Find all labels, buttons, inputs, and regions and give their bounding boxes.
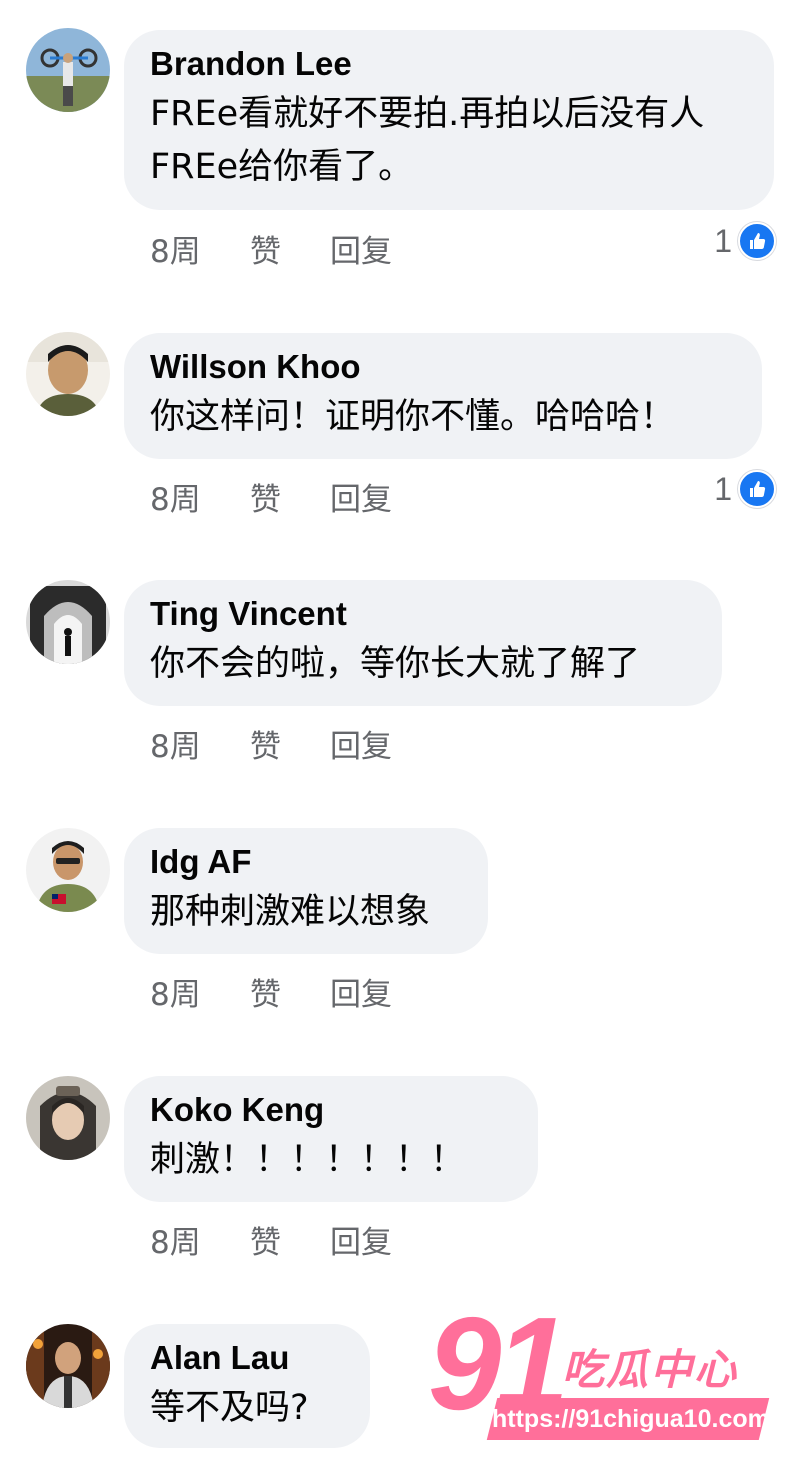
like-button[interactable]: 赞 <box>250 474 330 519</box>
reply-button[interactable]: 回复 <box>330 226 392 271</box>
comment-time[interactable]: 8周 <box>150 721 250 766</box>
comment-author[interactable]: Alan Lau <box>150 1338 344 1378</box>
reaction-number: 1 <box>714 470 732 507</box>
thumbs-up-icon <box>738 222 776 260</box>
comment-actions: 8周 赞 回复 <box>150 1217 392 1262</box>
reply-button[interactable]: 回复 <box>330 721 392 766</box>
comment-actions: 8周 赞 回复 <box>150 721 392 766</box>
avatar[interactable] <box>26 1076 110 1160</box>
reaction-count[interactable]: 1 <box>714 222 776 260</box>
comment-time[interactable]: 8周 <box>150 226 250 271</box>
watermark-url: https://91chigua10.com <box>492 1405 770 1433</box>
reaction-number: 1 <box>714 222 732 259</box>
like-button[interactable]: 赞 <box>250 969 330 1014</box>
like-button[interactable]: 赞 <box>250 1217 330 1262</box>
comment-bubble: Willson Khoo 你这样问！证明你不懂。哈哈哈！ <box>124 333 762 459</box>
comment-author[interactable]: Brandon Lee <box>150 44 748 84</box>
reaction-count[interactable]: 1 <box>714 470 776 508</box>
comment-bubble: Alan Lau 等不及吗? <box>124 1324 370 1448</box>
reply-button[interactable]: 回复 <box>330 474 392 519</box>
avatar[interactable] <box>26 828 110 912</box>
avatar[interactable] <box>26 332 110 416</box>
comment-text: FREe看就好不要拍.再拍以后没有人FREe给你看了。 <box>150 94 705 187</box>
avatar[interactable] <box>26 1324 110 1408</box>
comment-bubble: Idg AF 那种刺激难以想象 <box>124 828 488 954</box>
comment-time[interactable]: 8周 <box>150 1217 250 1262</box>
comment-author[interactable]: Ting Vincent <box>150 594 696 634</box>
comment-text: 你不会的啦，等你长大就了解了 <box>150 644 641 684</box>
watermark-logo: 91 吃瓜中心 https://91chigua10.com <box>428 1298 788 1446</box>
comment-time[interactable]: 8周 <box>150 474 250 519</box>
comment-text: 那种刺激难以想象 <box>150 892 431 932</box>
comment-text: 你这样问！证明你不懂。哈哈哈！ <box>150 397 676 437</box>
comment-actions: 8周 赞 回复 <box>150 969 392 1014</box>
like-button[interactable]: 赞 <box>250 721 330 766</box>
comment-bubble: Ting Vincent 你不会的啦，等你长大就了解了 <box>124 580 722 706</box>
avatar[interactable] <box>26 28 110 112</box>
comment-bubble: Brandon Lee FREe看就好不要拍.再拍以后没有人FREe给你看了。 <box>124 30 774 210</box>
reply-button[interactable]: 回复 <box>330 969 392 1014</box>
comment-author[interactable]: Idg AF <box>150 842 462 882</box>
comment-text: 刺激！！！！！！！ <box>150 1140 466 1180</box>
thumbs-up-icon <box>738 470 776 508</box>
comment-text: 等不及吗? <box>150 1388 309 1428</box>
watermark-title: 吃瓜中心 <box>562 1345 739 1394</box>
comment-author[interactable]: Koko Keng <box>150 1090 512 1130</box>
like-button[interactable]: 赞 <box>250 226 330 271</box>
comment-author[interactable]: Willson Khoo <box>150 347 736 387</box>
comment-actions: 8周 赞 回复 <box>150 474 392 519</box>
comment-actions: 8周 赞 回复 <box>150 226 392 271</box>
comment-bubble: Koko Keng 刺激！！！！！！！ <box>124 1076 538 1202</box>
avatar[interactable] <box>26 580 110 664</box>
reply-button[interactable]: 回复 <box>330 1217 392 1262</box>
comment-time[interactable]: 8周 <box>150 969 250 1014</box>
